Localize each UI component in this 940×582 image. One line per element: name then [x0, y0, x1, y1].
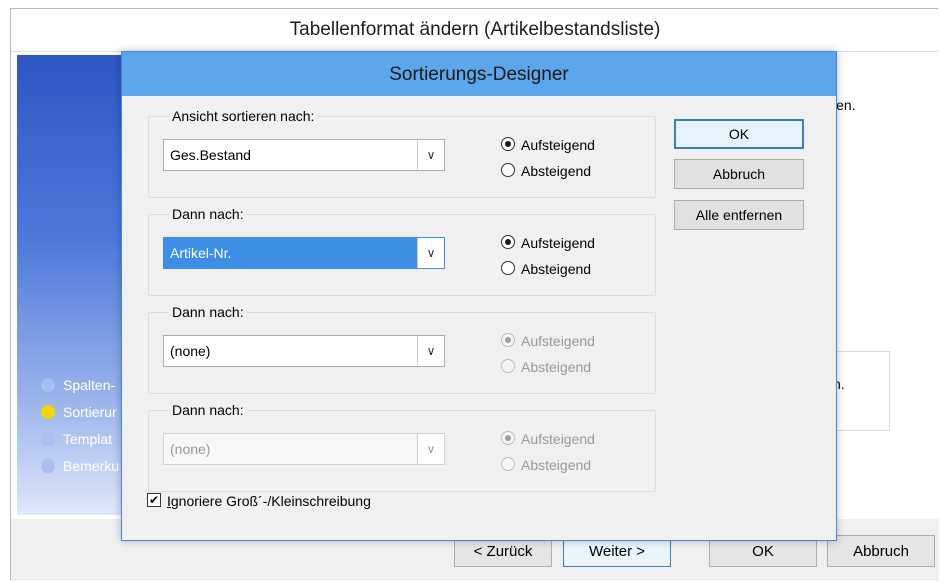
step-label: Bemerku — [63, 458, 120, 474]
radio-label: Aufsteigend — [521, 137, 595, 153]
step-bullet-icon — [41, 378, 55, 392]
step-label: Spalten- — [63, 377, 116, 393]
step-label: Templat — [63, 431, 113, 447]
sort-group-4: Dann nach: (none) ∨ Aufsteigend Absteige… — [148, 402, 656, 492]
sort-field-select-1[interactable]: Ges.Bestand ∨ — [163, 139, 445, 171]
radio-label: Aufsteigend — [521, 431, 595, 447]
select-value: Ges.Bestand — [170, 147, 251, 163]
sort-field-select-4: (none) ∨ — [163, 433, 445, 465]
wizard-title: Tabellenformat ändern (Artikelbestandsli… — [11, 9, 939, 52]
ok-button[interactable]: OK — [674, 119, 804, 149]
group-label: Dann nach: — [169, 402, 247, 418]
sort-field-select-3[interactable]: (none) ∨ — [163, 335, 445, 367]
chevron-down-icon[interactable]: ∨ — [417, 336, 444, 366]
chevron-down-icon[interactable]: ∨ — [417, 238, 444, 268]
sort-group-primary: Ansicht sortieren nach: Ges.Bestand ∨ Au… — [148, 108, 656, 198]
step-bullet-icon — [41, 459, 55, 473]
radio-label: Aufsteigend — [521, 333, 595, 349]
group-label: Ansicht sortieren nach: — [169, 108, 318, 124]
step-label: Sortierur — [63, 404, 117, 420]
checkbox-label-text: gnoriere Groß´-/Kleinschreibung — [170, 493, 371, 509]
radio-label: Absteigend — [521, 261, 592, 277]
select-value: (none) — [170, 343, 211, 359]
select-value: Artikel-Nr. — [170, 245, 232, 261]
step-bullet-icon — [41, 432, 55, 446]
remove-all-button[interactable]: Alle entfernen — [674, 200, 804, 230]
radio-label: Absteigend — [521, 163, 592, 179]
radio-selected-icon — [501, 333, 515, 347]
radio-selected-icon[interactable] — [501, 235, 515, 249]
dialog-body: Ansicht sortieren nach: Ges.Bestand ∨ Au… — [130, 96, 826, 534]
step-bullet-active-icon — [41, 405, 55, 419]
chevron-down-icon: ∨ — [417, 434, 444, 464]
radio-label: Absteigend — [521, 359, 592, 375]
radio-label: Aufsteigend — [521, 235, 595, 251]
sort-group-2: Dann nach: Artikel-Nr. ∨ Aufsteigend Abs… — [148, 206, 656, 296]
radio-unselected-icon[interactable] — [501, 163, 515, 177]
select-value: (none) — [170, 441, 211, 457]
checkbox-label: Ignoriere Groß´-/Kleinschreibung — [167, 492, 371, 510]
group-label: Dann nach: — [169, 206, 247, 222]
radio-selected-icon — [501, 431, 515, 445]
sort-designer-dialog: Sortierungs-Designer Ansicht sortieren n… — [121, 51, 837, 541]
group-label: Dann nach: — [169, 304, 247, 320]
sort-field-select-2[interactable]: Artikel-Nr. ∨ — [163, 237, 445, 269]
checkmark-icon[interactable]: ✔ — [147, 493, 161, 507]
wizard-steps-panel: Spalten- Sortierur Templat Bemerku — [17, 55, 137, 515]
dialog-title: Sortierungs-Designer — [122, 52, 836, 96]
cancel-button[interactable]: Abbruch — [674, 159, 804, 189]
radio-unselected-icon[interactable] — [501, 261, 515, 275]
radio-unselected-icon — [501, 359, 515, 373]
wizard-cancel-button[interactable]: Abbruch — [827, 535, 935, 567]
radio-unselected-icon — [501, 457, 515, 471]
radio-selected-icon[interactable] — [501, 137, 515, 151]
radio-label: Absteigend — [521, 457, 592, 473]
chevron-down-icon[interactable]: ∨ — [417, 140, 444, 170]
sort-group-3: Dann nach: (none) ∨ Aufsteigend Absteige… — [148, 304, 656, 394]
